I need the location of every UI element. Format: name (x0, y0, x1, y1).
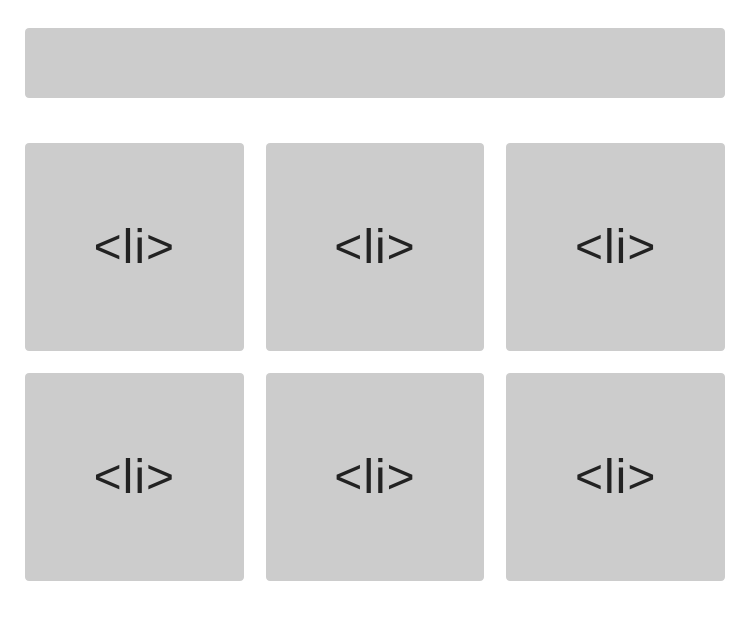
list-item: <li> (506, 143, 725, 351)
tile-label: <li> (334, 450, 415, 505)
tile-label: <li> (94, 450, 175, 505)
list-item: <li> (25, 143, 244, 351)
list-item: <li> (266, 373, 485, 581)
list-item: <li> (266, 143, 485, 351)
tile-label: <li> (94, 220, 175, 275)
tile-label: <li> (575, 450, 656, 505)
header-bar (25, 28, 725, 98)
list-item: <li> (506, 373, 725, 581)
list-item: <li> (25, 373, 244, 581)
tile-label: <li> (334, 220, 415, 275)
tile-label: <li> (575, 220, 656, 275)
tile-grid: <li> <li> <li> <li> <li> <li> (25, 143, 725, 581)
